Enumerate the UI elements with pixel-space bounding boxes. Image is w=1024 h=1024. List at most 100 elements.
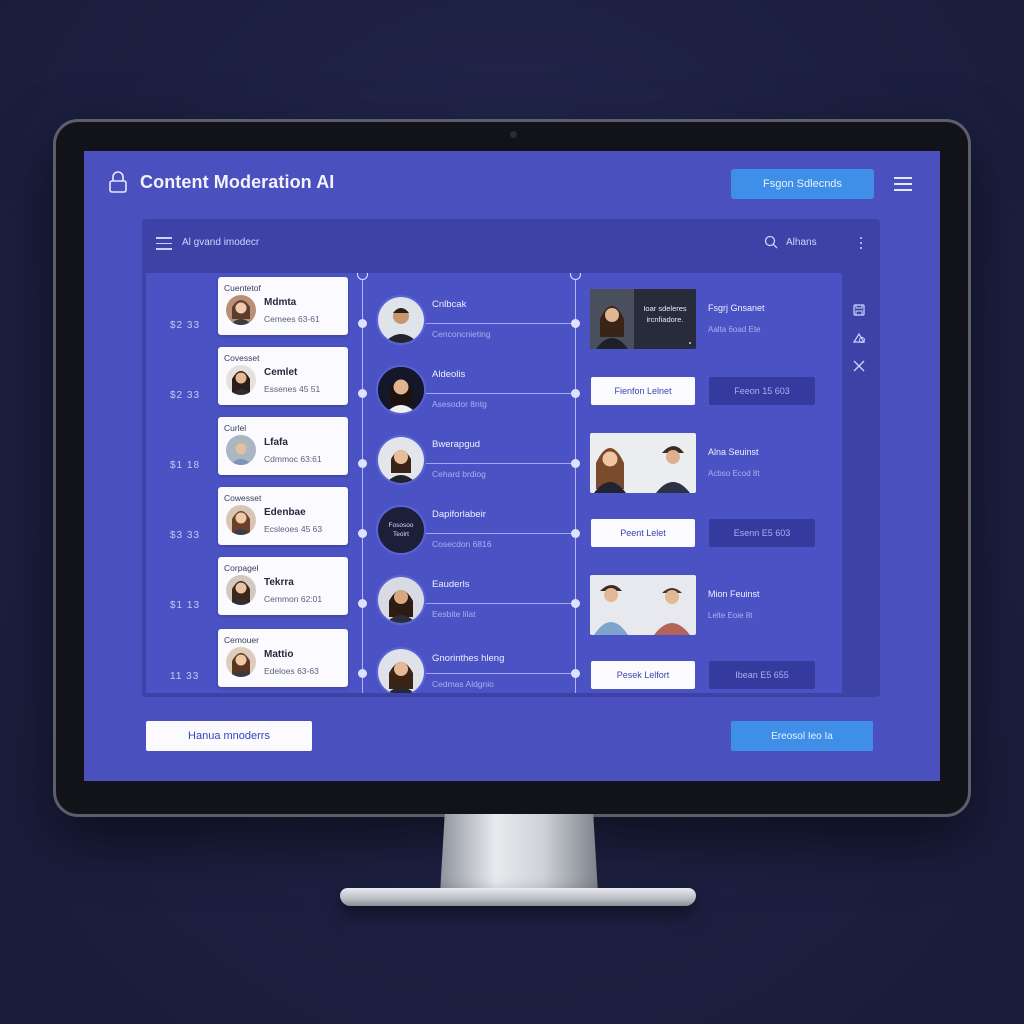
event-badge: Fososoo Teolrt <box>376 505 426 555</box>
user-card[interactable]: Covesset Cemlet Essenes 45 51 <box>218 347 348 405</box>
thumbnail-subtitle: Aalta 6oad Ete <box>708 325 761 334</box>
reject-button[interactable]: Ibean E5 655 <box>709 661 815 689</box>
avatar <box>226 575 256 605</box>
webcam <box>510 131 517 138</box>
thumbnail-caption: Ioar sdeleres ircnfiadore. <box>636 303 694 325</box>
approve-button[interactable]: Fienfon Lelnet <box>591 377 695 405</box>
event-title: Cnlbcak <box>432 299 467 310</box>
thumbnail-caption-line: ircnfiadore. <box>646 315 684 324</box>
search-label: Alhans <box>786 236 817 248</box>
event-subtitle: Eesbite lilat <box>432 609 476 619</box>
card-name: Tekrra <box>264 577 294 588</box>
timeline-node <box>571 319 580 328</box>
event-subtitle: Asesodor 8ntg <box>432 399 487 409</box>
avatar <box>226 647 256 677</box>
user-card[interactable]: Curlel Lfafa Cdmmoc 63:61 <box>218 417 348 475</box>
user-card[interactable]: Cemouer Mattio Edeloes 63-63 <box>218 629 348 687</box>
user-card[interactable]: Cowesset Edenbae Ecsleoes 45 63 <box>218 487 348 545</box>
avatar <box>376 435 426 485</box>
approve-button[interactable]: Pesek Lelfort <box>591 661 695 689</box>
card-label: Corpagel <box>224 563 259 573</box>
reject-button[interactable]: Feeon 15 603 <box>709 377 815 405</box>
timeline-node <box>571 529 580 538</box>
user-card[interactable]: Cuentetof Mdmta Cemees 63-61 <box>218 277 348 335</box>
connector <box>426 673 576 674</box>
connector <box>426 533 576 534</box>
row-time: $3 33 <box>170 530 201 541</box>
header-action-button[interactable]: Fsgon Sdlecnds <box>731 169 874 199</box>
avatar <box>376 647 426 693</box>
monitor-stand-base <box>340 888 696 906</box>
avatar <box>226 365 256 395</box>
connector <box>426 323 576 324</box>
panel-search[interactable]: Alhans <box>764 235 817 249</box>
brand: Content Moderation AI <box>108 171 334 193</box>
content-thumbnail[interactable]: Ioar sdeleres ircnfiadore. <box>590 289 696 349</box>
card-meta: Ecsleoes 45 63 <box>264 524 323 534</box>
timeline-node <box>571 669 580 678</box>
card-label: Cemouer <box>224 635 259 645</box>
event-title: Bwerapgud <box>432 439 481 450</box>
card-name: Mattio <box>264 649 294 660</box>
row-time: 11 33 <box>170 671 200 682</box>
close-icon[interactable] <box>852 359 866 373</box>
event-subtitle: Cosecdon 6816 <box>432 539 492 549</box>
event-title: Eauderls <box>432 579 470 590</box>
row-time: $2 33 <box>170 390 201 401</box>
badge-text: Fososoo Teolrt <box>388 522 414 538</box>
event-title: Gnorinthes hleng <box>432 653 505 664</box>
timeline-start-node <box>570 273 581 280</box>
card-name: Lfafa <box>264 437 288 448</box>
connector <box>426 603 576 604</box>
panel-menu-icon[interactable] <box>156 237 172 250</box>
reject-button[interactable]: Esenn E5 603 <box>709 519 815 547</box>
event-subtitle: Cenconcnieting <box>432 329 491 339</box>
user-card[interactable]: Corpagel Tekrra Cemmon 62:01 <box>218 557 348 615</box>
shape-icon[interactable] <box>852 331 866 345</box>
row-time: $2 33 <box>170 320 201 331</box>
avatar <box>226 435 256 465</box>
card-meta: Cdmmoc 63:61 <box>264 454 322 464</box>
panel-title: Al gvand imodecr <box>182 237 260 248</box>
app-title: Content Moderation AI <box>140 171 335 192</box>
avatar <box>376 365 426 415</box>
hamburger-icon[interactable] <box>894 177 912 191</box>
side-toolbar <box>852 303 868 373</box>
card-name: Cemlet <box>264 367 298 378</box>
search-icon <box>764 235 778 249</box>
event-title: Aldeolis <box>432 369 466 380</box>
avatar <box>376 295 426 345</box>
card-meta: Cemmon 62:01 <box>264 594 323 604</box>
content-thumbnail[interactable] <box>590 575 696 635</box>
primary-footer-button[interactable]: Ereosol Ieo Ia <box>731 721 873 751</box>
timeline-node <box>358 599 367 608</box>
connector <box>426 393 576 394</box>
timeline-content: $2 33 Cuentetof Mdmta Cemees 63-61 Cnlbc… <box>146 273 842 693</box>
row-time: $1 13 <box>170 600 201 611</box>
card-meta: Edeloes 63-63 <box>264 666 319 676</box>
thumbnail-title: Fsgrj Gnsanet <box>708 303 765 313</box>
card-label: Curlel <box>224 423 247 433</box>
event-subtitle: Cehard brdiog <box>432 469 486 479</box>
thumbnail-subtitle: Lelte Eoie 8t <box>708 611 753 620</box>
card-meta: Essenes 45 51 <box>264 384 321 394</box>
timeline-line-right <box>575 273 576 693</box>
thumbnail-title: Alna Seuinst <box>708 447 759 457</box>
kebab-menu-icon[interactable] <box>860 237 863 252</box>
panel-header: Al gvand imodecr Alhans <box>142 219 880 271</box>
timeline-node <box>358 319 367 328</box>
thumbnail-subtitle: Acbso Ecod 8t <box>708 469 760 478</box>
card-label: Cuentetof <box>224 283 261 293</box>
card-label: Cowesset <box>224 493 262 503</box>
approve-button[interactable]: Peent Lelet <box>591 519 695 547</box>
card-meta: Cemees 63-61 <box>264 314 320 324</box>
thumbnail-caption-line: Ioar sdeleres <box>643 304 687 313</box>
monitor-stand-neck <box>440 814 598 894</box>
avatar <box>226 505 256 535</box>
card-label: Covesset <box>224 353 260 363</box>
content-thumbnail[interactable] <box>590 433 696 493</box>
timeline-node <box>358 529 367 538</box>
manual-moderation-button[interactable]: Hanua mnoderrs <box>146 721 312 751</box>
lock-icon <box>109 171 127 193</box>
save-icon[interactable] <box>852 303 866 317</box>
